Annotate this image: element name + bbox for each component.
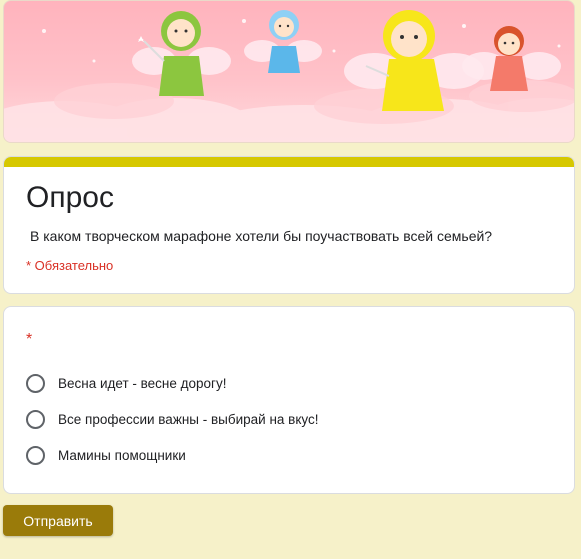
- green-fairy: [132, 11, 231, 96]
- option-label: Весна идет - весне дорогу!: [58, 375, 227, 391]
- blue-fairy: [244, 10, 322, 73]
- accent-bar: [4, 157, 574, 167]
- option-label: Все профессии важны - выбирай на вкус!: [58, 411, 319, 427]
- header-banner: [3, 0, 575, 143]
- submit-button[interactable]: Отправить: [3, 505, 113, 536]
- option-label: Мамины помощники: [58, 447, 186, 463]
- radio-button[interactable]: [26, 409, 45, 429]
- option-3[interactable]: Мамины помощники: [26, 445, 186, 465]
- option-2[interactable]: Все профессии важны - выбирай на вкус!: [26, 409, 319, 429]
- form-header-card: Опрос В каком творческом марафоне хотели…: [3, 156, 575, 294]
- radio-button[interactable]: [26, 445, 45, 465]
- question-card: * Весна идет - весне дорогу! Все професс…: [3, 306, 575, 494]
- form-description: В каком творческом марафоне хотели бы по…: [30, 228, 493, 244]
- radio-button[interactable]: [26, 373, 45, 393]
- option-1[interactable]: Весна идет - весне дорогу!: [26, 373, 226, 393]
- required-note: * Обязательно: [26, 258, 114, 273]
- required-asterisk: *: [26, 331, 33, 348]
- form-title: Опрос: [26, 181, 114, 214]
- fairies-illustration: [4, 10, 574, 142]
